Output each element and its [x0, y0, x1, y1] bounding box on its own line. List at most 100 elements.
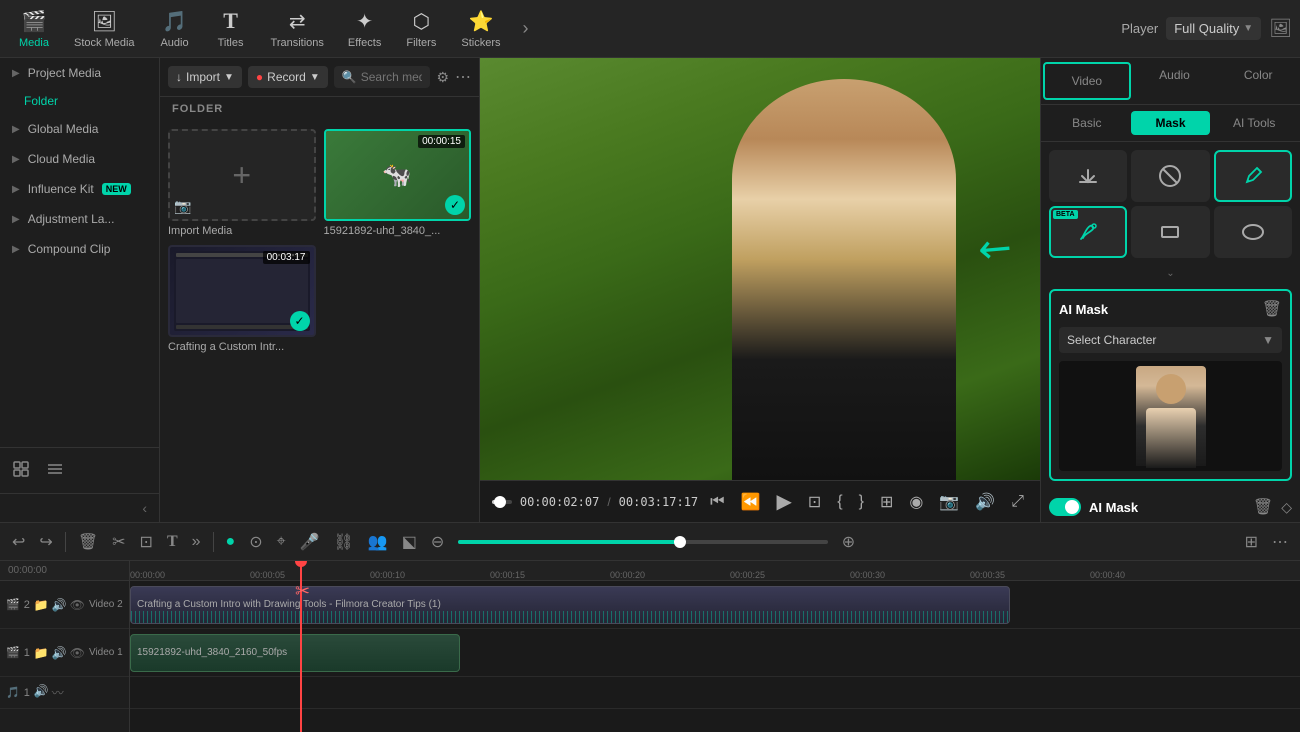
audio-ctrl-btn[interactable]: 🔊	[971, 490, 999, 514]
keyframe-diamond-icon[interactable]: ◇	[1281, 499, 1292, 516]
sidebar-list-btn[interactable]	[40, 454, 70, 487]
search-box[interactable]: 🔍	[334, 66, 431, 88]
track-audio-wave-icon[interactable]: 〰	[52, 684, 64, 701]
mic-btn[interactable]: 🎤	[296, 530, 324, 554]
track-eye-icon-1[interactable]: 👁	[70, 646, 85, 660]
media-panel: ↓ Import ▼ ● Record ▼ 🔍 ⚙ ⋯ FOLDER +	[160, 58, 480, 522]
collab-btn[interactable]: 👥	[364, 530, 392, 554]
track-audio-icon-1[interactable]: 🔊	[52, 646, 67, 660]
settings-btn[interactable]: ⋯	[1268, 530, 1292, 554]
tab-color[interactable]: Color	[1216, 58, 1300, 104]
cut-btn[interactable]: ✂	[108, 530, 129, 554]
toolbar-more[interactable]: ›	[514, 18, 536, 39]
anchor-btn[interactable]: ⌖	[273, 531, 290, 553]
fit-view-btn[interactable]: ⊡	[804, 490, 825, 514]
layout-btn[interactable]: ⊞	[1241, 530, 1262, 554]
search-input[interactable]	[361, 70, 423, 84]
subtab-ai-tools[interactable]: AI Tools	[1214, 111, 1294, 135]
toolbar-transitions[interactable]: ⇄ Transitions	[261, 5, 334, 53]
progress-bar[interactable]	[492, 500, 512, 504]
duration-2: 00:03:17	[263, 251, 310, 264]
track-row-audio1	[130, 677, 1300, 709]
delete-icon[interactable]: 🗑	[1253, 497, 1273, 517]
subtab-basic[interactable]: Basic	[1047, 111, 1127, 135]
sidebar-add-btn[interactable]	[6, 454, 36, 487]
select-character-dropdown[interactable]: Select Character ▼	[1059, 327, 1282, 353]
crop-btn[interactable]: ⊡	[136, 530, 157, 554]
mark-in-btn[interactable]: {	[833, 491, 846, 513]
import-media-item[interactable]: + 📷 Import Media	[168, 129, 316, 237]
quality-select[interactable]: Full Quality ▼	[1166, 17, 1261, 40]
record-button[interactable]: ● Record ▼	[248, 66, 328, 88]
sidebar-folder[interactable]: Folder	[0, 88, 159, 114]
mask-icon-ellipse[interactable]	[1214, 206, 1292, 258]
mask-icon-linear[interactable]	[1049, 150, 1127, 202]
snap-btn[interactable]: ⊙	[245, 530, 266, 554]
toolbar-filters[interactable]: ⬡ Filters	[395, 5, 447, 53]
text-btn[interactable]: T	[163, 531, 182, 553]
media-clip-2[interactable]: 00:03:17 ✓ Crafting a Custom Intr...	[168, 245, 316, 353]
toolbar-stickers[interactable]: ⭐ Stickers	[451, 5, 510, 53]
track-audio-mute-icon[interactable]: 🔊	[34, 684, 49, 701]
ai-mask-toggle[interactable]	[1049, 498, 1081, 516]
photo-mode-icon[interactable]: 🖼	[1269, 18, 1292, 39]
more-ctrl-btn[interactable]: ⊞	[876, 490, 897, 514]
import-button[interactable]: ↓ Import ▼	[168, 66, 242, 88]
prev-frame-btn[interactable]: ⏮	[706, 491, 728, 513]
sidebar-item-adjustment[interactable]: ▶ Adjustment La...	[0, 204, 159, 234]
sidebar-item-compound-clip[interactable]: ▶ Compound Clip	[0, 234, 159, 264]
ai-mask-header: AI Mask 🗑	[1059, 299, 1282, 319]
snapshot-btn[interactable]: ◉	[905, 490, 927, 514]
sidebar-item-influence-kit[interactable]: ▶ Influence Kit NEW	[0, 174, 159, 204]
subtab-mask[interactable]: Mask	[1131, 111, 1211, 135]
ripple-btn[interactable]: ●	[222, 531, 240, 553]
track-eye-icon[interactable]: 👁	[70, 598, 85, 612]
camera-ctrl-btn[interactable]: 📷	[935, 490, 963, 514]
toolbar-media[interactable]: 🎬 Media	[8, 5, 60, 53]
timeline-body: 00:00:00 🎬 2 📁 🔊 👁 Video 2 🎬 1 📁 🔊	[0, 561, 1300, 732]
delete-ai-mask-btn[interactable]: 🗑	[1262, 299, 1282, 319]
import-media-thumb[interactable]: + 📷	[168, 129, 316, 221]
delete-btn[interactable]: 🗑	[74, 530, 102, 554]
sidebar-item-project-media[interactable]: ▶ Project Media	[0, 58, 159, 88]
toolbar-audio[interactable]: 🎵 Audio	[149, 5, 201, 53]
mask-icon-rect[interactable]	[1131, 206, 1209, 258]
top-toolbar: 🎬 Media 🖼 Stock Media 🎵 Audio T Titles ⇄…	[0, 0, 1300, 58]
video2-clip[interactable]: Crafting a Custom Intro with Drawing Too…	[130, 586, 1010, 624]
fullscreen-btn[interactable]: ⤢	[1007, 491, 1028, 513]
connect-btn[interactable]: ⛓	[330, 530, 358, 554]
clip1-thumb[interactable]: 00:00:15 🐄 ✓	[324, 129, 472, 221]
mask-icon-draw[interactable]: BETA	[1049, 206, 1127, 258]
more-icon[interactable]: ⋯	[455, 67, 471, 87]
tab-audio[interactable]: Audio	[1133, 58, 1217, 104]
filter-icon[interactable]: ⚙	[436, 69, 449, 86]
left-sidebar: ▶ Project Media Folder ▶ Global Media ▶ …	[0, 58, 160, 522]
video1-clip[interactable]: 15921892-uhd_3840_2160_50fps	[130, 634, 460, 672]
sidebar-collapse-btn[interactable]: ‹	[134, 496, 155, 520]
mark-out-btn[interactable]: }	[855, 491, 868, 513]
redo-btn[interactable]: ↪	[35, 530, 56, 554]
track-folder-icon-1[interactable]: 📁	[34, 646, 49, 660]
mask-icon-slash[interactable]	[1131, 150, 1209, 202]
play-btn[interactable]: ▶	[772, 487, 795, 516]
toolbar-titles[interactable]: T Titles	[205, 4, 257, 53]
undo-btn[interactable]: ↩	[8, 530, 29, 554]
progress-thumb[interactable]	[494, 496, 506, 508]
step-back-btn[interactable]: ⏪	[737, 490, 765, 514]
toolbar-stock-media[interactable]: 🖼 Stock Media	[64, 5, 145, 53]
zoom-slider[interactable]	[458, 540, 827, 544]
tab-video[interactable]: Video	[1043, 62, 1131, 100]
sidebar-item-cloud-media[interactable]: ▶ Cloud Media	[0, 144, 159, 174]
mask-icon-pen[interactable]	[1214, 150, 1292, 202]
track-folder-icon[interactable]: 📁	[34, 598, 49, 612]
more-edit-btn[interactable]: »	[188, 531, 205, 553]
sidebar-item-global-media[interactable]: ▶ Global Media	[0, 114, 159, 144]
speed-btn[interactable]: ⊖	[427, 530, 448, 554]
timeline-tracks[interactable]: 00:00:00 00:00:05 00:00:10 00:00:15 00:0…	[130, 561, 1300, 732]
pip-btn[interactable]: ⬕	[398, 530, 421, 554]
track-audio-icon[interactable]: 🔊	[52, 598, 67, 612]
zoom-in-btn[interactable]: ⊕	[838, 530, 859, 554]
toolbar-effects[interactable]: ✦ Effects	[338, 5, 391, 53]
clip2-thumb[interactable]: 00:03:17 ✓	[168, 245, 316, 337]
media-clip-1[interactable]: 00:00:15 🐄 ✓ 15921892-uhd_3840_...	[324, 129, 472, 237]
